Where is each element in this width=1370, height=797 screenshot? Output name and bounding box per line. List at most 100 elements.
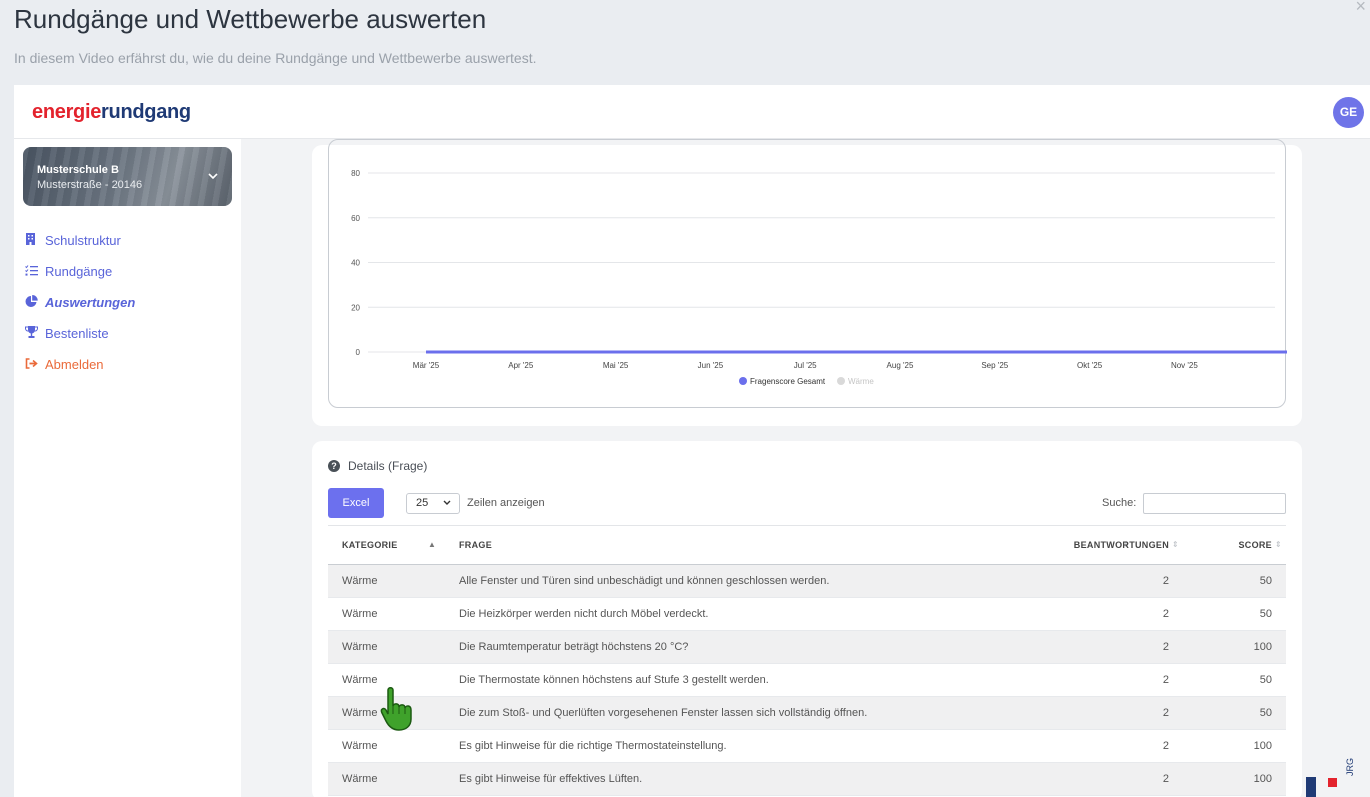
legend-label[interactable]: Wärme bbox=[848, 377, 874, 386]
column-header-beantwortungen[interactable]: BEANTWORTUNGEN ⇕ bbox=[1020, 525, 1183, 565]
table-row[interactable]: Wärme Die Raumtemperatur beträgt höchsten… bbox=[328, 630, 1286, 664]
corner-label: JRG bbox=[1345, 758, 1355, 776]
table-row[interactable]: Wärme Es gibt Hinweise für effektives Lüf… bbox=[328, 762, 1286, 796]
table-row[interactable]: Wärme Die zum Stoß- und Querlüften vorges… bbox=[328, 696, 1286, 730]
table-header-row: KATEGORIE ▲ FRAGE ⇕ BEANTWORTUNGEN ⇕ SCORE ⇕ bbox=[328, 525, 1286, 565]
search-label: Suche: bbox=[1102, 497, 1137, 509]
cell-beantwortungen: 2 bbox=[1020, 762, 1183, 796]
cell-frage: Es gibt Hinweise für effektives Lüften. bbox=[445, 762, 1020, 796]
sidebar-item-bestenliste[interactable]: Bestenliste bbox=[24, 318, 135, 349]
cell-frage: Es gibt Hinweise für die richtige Thermo… bbox=[445, 729, 1020, 763]
cell-score: 50 bbox=[1183, 564, 1286, 598]
sort-asc-icon: ▲ bbox=[428, 540, 437, 549]
column-header-frage[interactable]: FRAGE ⇕ bbox=[445, 525, 1130, 565]
cell-frage: Die Heizkörper werden nicht durch Möbel … bbox=[445, 597, 1020, 631]
sidebar-item-label: Abmelden bbox=[45, 357, 104, 372]
score-line-chart: 0 20 40 60 80 Mär '25 Apr '25 Mai '25 Jun '25 Jul… bbox=[351, 169, 1287, 386]
cell-score: 100 bbox=[1183, 630, 1286, 664]
help-icon[interactable]: ? bbox=[328, 460, 340, 472]
series-line-fragenscore[interactable] bbox=[426, 202, 1287, 354]
page-length-value: 25 bbox=[416, 497, 429, 509]
cell-beantwortungen: 2 bbox=[1020, 663, 1183, 697]
details-table: KATEGORIE ▲ FRAGE ⇕ BEANTWORTUNGEN ⇕ SCORE ⇕… bbox=[328, 525, 1286, 796]
y-tick-label: 60 bbox=[351, 214, 360, 223]
building-icon bbox=[25, 233, 45, 248]
cell-beantwortungen: 2 bbox=[1020, 564, 1183, 598]
table-body: Wärme Alle Fenster und Türen sind unbesch… bbox=[328, 564, 1286, 796]
cell-frage: Die zum Stoß- und Querlüften vorgesehene… bbox=[445, 696, 1020, 730]
chevron-down-icon bbox=[443, 494, 451, 513]
sort-icon: ⇕ bbox=[1274, 540, 1282, 549]
cell-score: 50 bbox=[1183, 696, 1286, 730]
avatar[interactable]: GE bbox=[1333, 97, 1364, 128]
logo-part-1: energie bbox=[32, 101, 102, 123]
school-selector[interactable]: Musterschule B Musterstraße - 20146 bbox=[23, 147, 232, 206]
sidebar-item-schulstruktur[interactable]: Schulstruktur bbox=[25, 225, 135, 256]
sidebar-item-label: Auswertungen bbox=[45, 295, 136, 310]
chart-frame: 0 20 40 60 80 Mär '25 Apr '25 Mai '25 Jun '25 Jul… bbox=[328, 139, 1287, 408]
sidebar-item-auswertungen[interactable]: Auswertungen bbox=[25, 287, 135, 318]
cell-frage: Alle Fenster und Türen sind unbeschädigt… bbox=[445, 564, 1020, 598]
cell-kategorie: Wärme bbox=[328, 762, 445, 796]
x-tick-label: Nov '25 bbox=[1171, 361, 1198, 370]
cell-kategorie: Wärme bbox=[328, 564, 445, 598]
cell-beantwortungen: 2 bbox=[1020, 630, 1183, 664]
cell-frage: Die Raumtemperatur beträgt höchstens 20 … bbox=[445, 630, 1020, 664]
sidebar-item-label: Schulstruktur bbox=[45, 233, 121, 248]
y-tick-label: 20 bbox=[351, 303, 360, 312]
column-header-score[interactable]: SCORE ⇕ bbox=[1183, 525, 1286, 565]
cell-score: 50 bbox=[1183, 663, 1286, 697]
video-title: Rundgänge und Wettbewerbe auswerten bbox=[14, 4, 487, 34]
search-input[interactable] bbox=[1143, 493, 1286, 514]
column-header-kategorie[interactable]: KATEGORIE ▲ bbox=[328, 525, 445, 565]
page-length-select[interactable]: 25 bbox=[406, 493, 460, 514]
x-tick-label: Okt '25 bbox=[1077, 361, 1103, 370]
cell-score: 50 bbox=[1183, 597, 1286, 631]
cell-beantwortungen: 2 bbox=[1020, 696, 1183, 730]
column-label: FRAGE bbox=[459, 540, 492, 550]
column-label: BEANTWORTUNGEN bbox=[1073, 540, 1169, 550]
cell-frage: Die Thermostate können höchstens auf Stu… bbox=[445, 663, 1020, 697]
table-row[interactable]: Wärme Es gibt Hinweise für die richtige T… bbox=[328, 729, 1286, 763]
trophy-icon bbox=[24, 326, 45, 341]
sidebar-item-rundgaenge[interactable]: Rundgänge bbox=[25, 256, 135, 287]
cell-kategorie: Wärme bbox=[328, 597, 445, 631]
x-tick-label: Apr '25 bbox=[508, 361, 534, 370]
sidebar-nav: Schulstruktur Rundgänge Auswertungen Bes… bbox=[24, 225, 135, 380]
logo[interactable]: energierundgang bbox=[32, 101, 191, 124]
x-tick-label: Mär '25 bbox=[413, 361, 440, 370]
sidebar: Musterschule B Musterstraße - 20146 Schu… bbox=[14, 139, 241, 797]
sort-icon: ⇕ bbox=[1171, 540, 1179, 549]
details-card: ? Details (Frage) Excel 25 Zeilen anzeig… bbox=[312, 441, 1302, 797]
x-tick-label: Jun '25 bbox=[698, 361, 724, 370]
cell-kategorie: Wärme bbox=[328, 630, 445, 664]
legend-marker[interactable] bbox=[739, 377, 747, 385]
logo-part-2: rundgang bbox=[101, 101, 191, 123]
chart-card: 0 20 40 60 80 Mär '25 Apr '25 Mai '25 Jun '25 Jul… bbox=[312, 139, 1302, 426]
legend-marker[interactable] bbox=[837, 377, 845, 385]
corner-flag-blue bbox=[1306, 777, 1316, 797]
legend-label[interactable]: Fragenscore Gesamt bbox=[750, 377, 826, 386]
x-tick-label: Aug '25 bbox=[887, 361, 914, 370]
corner-flag-red bbox=[1328, 778, 1337, 787]
table-row[interactable]: Wärme Die Heizkörper werden nicht durch M… bbox=[328, 597, 1286, 631]
close-icon[interactable]: × bbox=[1355, 0, 1366, 17]
x-tick-label: Jul '25 bbox=[794, 361, 817, 370]
page-length-label: Zeilen anzeigen bbox=[467, 497, 545, 509]
x-tick-label: Sep '25 bbox=[981, 361, 1008, 370]
school-name: Musterschule B bbox=[37, 164, 119, 176]
sidebar-item-abmelden[interactable]: Abmelden bbox=[25, 349, 135, 380]
y-tick-label: 0 bbox=[356, 348, 361, 357]
details-heading: ? Details (Frage) bbox=[328, 459, 427, 473]
x-tick-label: Mai '25 bbox=[603, 361, 629, 370]
y-tick-label: 40 bbox=[351, 259, 360, 268]
video-subtitle: In diesem Video erfährst du, wie du dein… bbox=[14, 50, 537, 66]
excel-export-button[interactable]: Excel bbox=[328, 488, 384, 518]
checklist-icon bbox=[25, 264, 45, 279]
table-row[interactable]: Wärme Die Thermostate können höchstens au… bbox=[328, 663, 1286, 697]
cell-score: 100 bbox=[1183, 762, 1286, 796]
table-row[interactable]: Wärme Alle Fenster und Türen sind unbesch… bbox=[328, 564, 1286, 598]
sidebar-item-label: Bestenliste bbox=[45, 326, 109, 341]
cell-beantwortungen: 2 bbox=[1020, 729, 1183, 763]
cell-beantwortungen: 2 bbox=[1020, 597, 1183, 631]
